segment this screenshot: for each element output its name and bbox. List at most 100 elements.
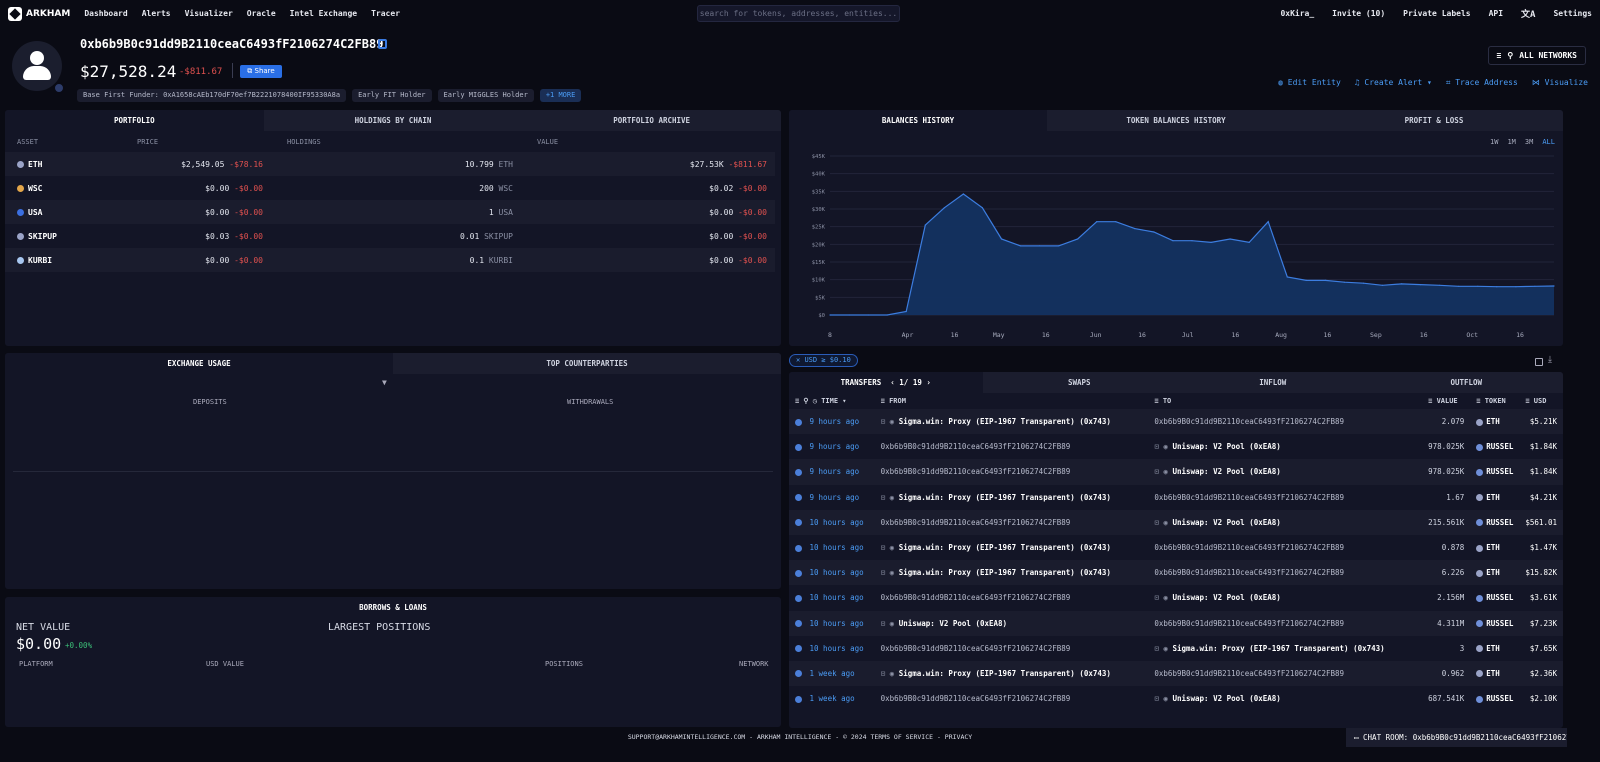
from-entity[interactable]: Sigma.win: Proxy (EIP-1967 Transparent) …	[899, 669, 1111, 678]
nav-api[interactable]: API	[1489, 9, 1503, 18]
download-icon[interactable]: ⤓	[1548, 355, 1552, 365]
nav-intel-exchange[interactable]: Intel Exchange	[290, 9, 357, 18]
from-address[interactable]: 0xb6b9B0c91dd9B2110ceaC6493fF2106274C2FB…	[881, 644, 1071, 653]
portfolio-row[interactable]: WSC $0.00 -$0.00 200 WSC $0.02 -$0.00	[5, 176, 775, 200]
tab-outflow[interactable]: OUTFLOW	[1369, 372, 1563, 393]
tab-exchange-usage[interactable]: EXCHANGE USAGE	[5, 353, 393, 374]
to-entity[interactable]: Sigma.win: Proxy (EIP-1967 Transparent) …	[1172, 644, 1384, 653]
time[interactable]: 10 hours ago	[810, 518, 864, 527]
token-cell[interactable]: ETH	[1470, 636, 1519, 661]
to-address[interactable]: 0xb6b9B0c91dd9B2110ceaC6493fF2106274C2FB…	[1154, 417, 1344, 426]
from-entity[interactable]: Sigma.win: Proxy (EIP-1967 Transparent) …	[899, 543, 1111, 552]
nav-alerts[interactable]: Alerts	[142, 9, 171, 18]
next-page-icon[interactable]: ›	[926, 378, 931, 387]
from-cell[interactable]: ⊡ ◉ Sigma.win: Proxy (EIP-1967 Transpare…	[875, 535, 1149, 560]
time[interactable]: 1 week ago	[810, 694, 855, 703]
tag-early-fit[interactable]: Early FIT Holder	[352, 89, 432, 102]
arkham-logo[interactable]: ARKHAM	[8, 6, 70, 21]
token-cell[interactable]: RUSSEL	[1470, 585, 1519, 610]
to-address[interactable]: 0xb6b9B0c91dd9B2110ceaC6493fF2106274C2FB…	[1154, 669, 1344, 678]
to-address[interactable]: 0xb6b9B0c91dd9B2110ceaC6493fF2106274C2FB…	[1154, 568, 1344, 577]
transfer-row[interactable]: 10 hours ago ⊡ ◉ Sigma.win: Proxy (EIP-19…	[789, 535, 1563, 560]
token-cell[interactable]: RUSSEL	[1470, 686, 1519, 711]
to-entity[interactable]: Uniswap: V2 Pool (0xEA8)	[1172, 442, 1280, 451]
portfolio-row[interactable]: ETH $2,549.05 -$78.16 10.799 ETH $27.53K -$…	[5, 152, 775, 176]
from-cell[interactable]: 0xb6b9B0c91dd9B2110ceaC6493fF2106274C2FB…	[875, 434, 1149, 459]
chat-room-button[interactable]: ▭ CHAT ROOM: 0xb6b9B0c91dd9B2110ceaC6493…	[1346, 728, 1567, 747]
time-cell[interactable]: 1 week ago	[789, 660, 875, 687]
time-cell[interactable]: 1 week ago	[789, 686, 875, 711]
visualize-button[interactable]: ⋈ Visualize	[1532, 78, 1588, 88]
tab-portfolio-archive[interactable]: PORTFOLIO ARCHIVE	[522, 110, 781, 131]
to-cell[interactable]: 0xb6b9B0c91dd9B2110ceaC6493fF2106274C2FB…	[1148, 560, 1423, 586]
transfer-row[interactable]: 10 hours ago 0xb6b9B0c91dd9B2110ceaC6493f…	[789, 509, 1563, 535]
transfer-row[interactable]: 9 hours ago ⊡ ◉ Sigma.win: Proxy (EIP-196…	[789, 409, 1563, 435]
prev-page-icon[interactable]: ‹	[890, 378, 895, 387]
to-cell[interactable]: 0xb6b9B0c91dd9B2110ceaC6493fF2106274C2FB…	[1148, 660, 1423, 687]
time[interactable]: 10 hours ago	[810, 593, 864, 602]
time[interactable]: 1 week ago	[810, 669, 855, 678]
col-to[interactable]: ≡ TO	[1148, 393, 1422, 409]
asset-cell[interactable]: KURBI	[5, 248, 125, 272]
col-token[interactable]: ≡ TOKEN	[1470, 393, 1519, 409]
token-cell[interactable]: RUSSEL	[1470, 434, 1519, 459]
to-address[interactable]: 0xb6b9B0c91dd9B2110ceaC6493fF2106274C2FB…	[1154, 619, 1344, 628]
time-cell[interactable]: 10 hours ago	[789, 585, 875, 610]
nav-tracer[interactable]: Tracer	[371, 9, 400, 18]
time[interactable]: 10 hours ago	[810, 619, 864, 628]
col-asset[interactable]: ASSET	[5, 131, 125, 152]
token-cell[interactable]: RUSSEL	[1470, 509, 1520, 535]
tag-early-miggles[interactable]: Early MIGGLES Holder	[437, 89, 534, 102]
nav-visualizer[interactable]: Visualizer	[185, 9, 233, 18]
from-cell[interactable]: 0xb6b9B0c91dd9B2110ceaC6493fF2106274C2FB…	[875, 585, 1149, 610]
to-address[interactable]: 0xb6b9B0c91dd9B2110ceaC6493fF2106274C2FB…	[1154, 543, 1344, 552]
col-time[interactable]: ≡ ⚲ ◷ TIME ▾	[789, 393, 875, 409]
from-address[interactable]: 0xb6b9B0c91dd9B2110ceaC6493fF2106274C2FB…	[881, 467, 1071, 476]
to-cell[interactable]: ⊡ ◉ Uniswap: V2 Pool (0xEA8)	[1148, 459, 1423, 485]
to-cell[interactable]: ⊡ ◉ Uniswap: V2 Pool (0xEA8)	[1148, 509, 1423, 535]
from-cell[interactable]: ⊡ ◉ Sigma.win: Proxy (EIP-1967 Transpare…	[874, 560, 1149, 586]
transfer-row[interactable]: 10 hours ago ⊡ ◉ Uniswap: V2 Pool (0xEA8)…	[789, 610, 1563, 636]
to-cell[interactable]: 0xb6b9B0c91dd9B2110ceaC6493fF2106274C2FB…	[1148, 485, 1422, 510]
to-cell[interactable]: ⊡ ◉ Uniswap: V2 Pool (0xEA8)	[1148, 585, 1422, 610]
usd-filter-chip[interactable]: ✕ USD ≥ $0.10	[789, 354, 858, 367]
nav-private-labels[interactable]: Private Labels	[1403, 9, 1470, 18]
nav-dashboard[interactable]: Dashboard	[84, 9, 127, 18]
col-price[interactable]: PRICE	[125, 131, 275, 152]
tab-transfers[interactable]: TRANSFERS ‹ 1/ 19 ›	[789, 372, 983, 393]
col-from[interactable]: ≡ FROM	[875, 393, 1149, 409]
col-holdings[interactable]: HOLDINGS	[275, 131, 525, 152]
tab-inflow[interactable]: INFLOW	[1176, 372, 1370, 393]
token-cell[interactable]: ETH	[1470, 485, 1519, 510]
time[interactable]: 9 hours ago	[810, 417, 860, 426]
from-cell[interactable]: ⊡ ◉ Sigma.win: Proxy (EIP-1967 Transpare…	[874, 660, 1149, 687]
portfolio-row[interactable]: SKIPUP $0.03 -$0.00 0.01 SKIPUP $0.00 -$0.0…	[5, 224, 775, 248]
from-address[interactable]: 0xb6b9B0c91dd9B2110ceaC6493fF2106274C2FB…	[881, 518, 1071, 527]
from-cell[interactable]: ⊡ ◉ Uniswap: V2 Pool (0xEA8)	[874, 610, 1149, 636]
asset-cell[interactable]: WSC	[5, 176, 125, 200]
to-cell[interactable]: 0xb6b9B0c91dd9B2110ceaC6493fF2106274C2FB…	[1148, 409, 1423, 435]
transfer-row[interactable]: 1 week ago 0xb6b9B0c91dd9B2110ceaC6493fF2…	[789, 686, 1563, 711]
from-cell[interactable]: 0xb6b9B0c91dd9B2110ceaC6493fF2106274C2FB…	[875, 636, 1149, 661]
time[interactable]: 10 hours ago	[810, 543, 864, 552]
to-entity[interactable]: Uniswap: V2 Pool (0xEA8)	[1172, 518, 1280, 527]
time[interactable]: 9 hours ago	[810, 442, 860, 451]
transfer-row[interactable]: 10 hours ago 0xb6b9B0c91dd9B2110ceaC6493f…	[789, 636, 1563, 661]
col-value[interactable]: VALUE	[525, 131, 775, 152]
tab-swaps[interactable]: SWAPS	[982, 372, 1176, 393]
time-cell[interactable]: 10 hours ago	[789, 610, 875, 636]
time-cell[interactable]: 10 hours ago	[789, 560, 875, 586]
share-button[interactable]: ⧉ Share	[240, 65, 282, 78]
time-cell[interactable]: 9 hours ago	[789, 485, 875, 510]
transfer-row[interactable]: 9 hours ago ⊡ ◉ Sigma.win: Proxy (EIP-196…	[789, 485, 1563, 510]
token-cell[interactable]: RUSSEL	[1470, 610, 1520, 636]
col-usd[interactable]: ≡ USD	[1519, 393, 1563, 409]
exchange-filter-icon[interactable]: ▼	[382, 378, 387, 387]
transfer-row[interactable]: 10 hours ago ⊡ ◉ Sigma.win: Proxy (EIP-19…	[789, 560, 1563, 586]
create-alert-button[interactable]: ♫ Create Alert ▾	[1355, 78, 1432, 88]
asset-cell[interactable]: USA	[5, 200, 125, 224]
copy-icon[interactable]	[378, 39, 387, 49]
time-cell[interactable]: 9 hours ago	[789, 459, 875, 485]
to-cell[interactable]: 0xb6b9B0c91dd9B2110ceaC6493fF2106274C2FB…	[1148, 610, 1423, 636]
balances-chart[interactable]: $0 $5K $10K $15K $20K $25K $30K $35K $40K $45K 8 Ap…	[789, 110, 1563, 346]
